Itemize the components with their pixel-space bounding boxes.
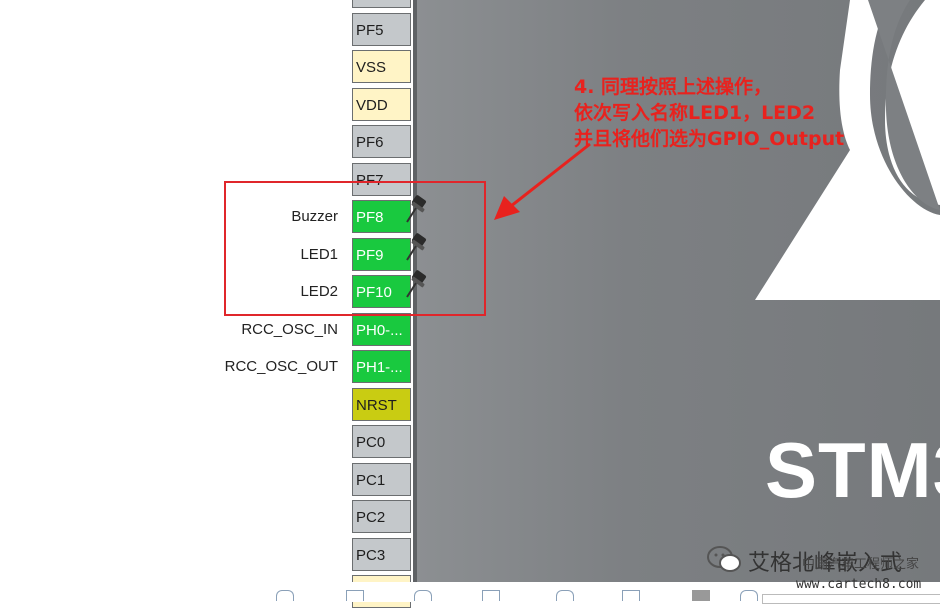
layer-icon[interactable] — [692, 590, 710, 601]
search-icon[interactable] — [740, 590, 758, 601]
pin-pf5[interactable]: PF5 — [352, 13, 411, 46]
grid-icon[interactable] — [622, 590, 640, 601]
search-field[interactable] — [762, 594, 940, 604]
signal-label: RCC_OSC_IN — [241, 321, 338, 338]
annotation-note: 4. 同理按照上述操作， 依次写入名称LED1，LED2 并且将他们选为GPIO… — [574, 74, 844, 152]
pin-nrst[interactable]: NRST — [352, 388, 411, 421]
annotation-line-1: 4. 同理按照上述操作， — [574, 76, 773, 98]
zoom-in-icon[interactable] — [276, 590, 294, 601]
watermark-url: www.cartech8.com — [796, 577, 922, 592]
fit-icon[interactable] — [346, 590, 364, 601]
pin-pc2[interactable]: PC2 — [352, 500, 411, 533]
annotation-line-3: 并且将他们选为GPIO_Output — [574, 128, 845, 150]
flip-icon[interactable] — [556, 590, 574, 601]
pin-vdd[interactable]: VDD — [352, 88, 411, 121]
pin-pf4[interactable]: PF4 — [352, 0, 411, 8]
wechat-icon — [707, 546, 741, 572]
pin-vss[interactable]: VSS — [352, 50, 411, 83]
annotation-arrow — [494, 142, 591, 220]
rotate-icon[interactable] — [482, 590, 500, 601]
highlight-box — [224, 181, 486, 316]
zoom-out-icon[interactable] — [414, 590, 432, 601]
signal-label: RCC_OSC_OUT — [224, 358, 338, 375]
chip-part-label: STM3 — [765, 426, 940, 514]
pin-pc0[interactable]: PC0 — [352, 425, 411, 458]
annotation-line-2: 依次写入名称LED1，LED2 — [574, 102, 816, 124]
watermark-site: 中国汽车工程师之家 — [802, 557, 920, 572]
pin-ph0[interactable]: PH0-... — [352, 313, 411, 346]
pin-ph1[interactable]: PH1-... — [352, 350, 411, 383]
pin-pf6[interactable]: PF6 — [352, 125, 411, 158]
pin-pc1[interactable]: PC1 — [352, 463, 411, 496]
pin-pc3[interactable]: PC3 — [352, 538, 411, 571]
